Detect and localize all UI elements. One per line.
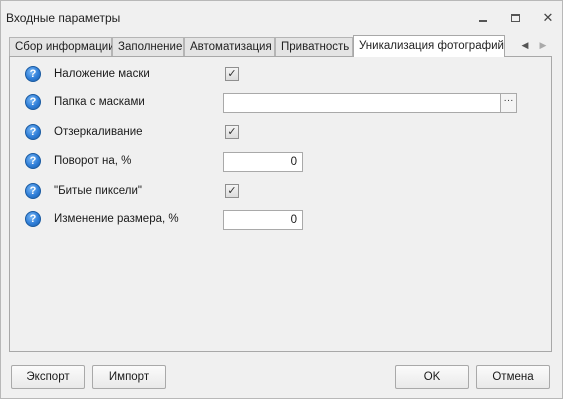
rotation-label: Поворот на, %: [54, 155, 132, 167]
tab-panel: ? Наложение маски ✓ ? Папка с масками ··…: [9, 56, 552, 352]
row-rotation: ? Поворот на, % 0: [10, 152, 551, 172]
row-mirroring: ? Отзеркаливание ✓: [10, 123, 551, 143]
resize-label: Изменение размера, %: [54, 213, 179, 225]
window-title: Входные параметры: [6, 11, 121, 25]
browse-folder-button[interactable]: ···: [500, 93, 517, 113]
help-icon[interactable]: ?: [25, 66, 41, 82]
help-icon[interactable]: ?: [25, 183, 41, 199]
tab-strip: Сбор информации Заполнение Автоматизация…: [9, 35, 553, 57]
tab-scroll-right-icon[interactable]: ▶: [537, 38, 549, 52]
row-dead-pixels: ? "Битые пиксели" ✓: [10, 182, 551, 202]
mirroring-checkbox[interactable]: ✓: [225, 125, 239, 139]
dead-pixels-checkbox[interactable]: ✓: [225, 184, 239, 198]
tab-automation[interactable]: Автоматизация: [184, 37, 275, 56]
maximize-icon[interactable]: [505, 9, 525, 27]
close-icon[interactable]: ✕: [538, 9, 558, 27]
help-icon[interactable]: ?: [25, 211, 41, 227]
ok-button[interactable]: OK: [395, 365, 469, 389]
import-button[interactable]: Импорт: [92, 365, 166, 389]
resize-input[interactable]: 0: [223, 210, 303, 230]
mirroring-label: Отзеркаливание: [54, 126, 143, 138]
help-icon[interactable]: ?: [25, 94, 41, 110]
cancel-button[interactable]: Отмена: [476, 365, 550, 389]
title-bar[interactable]: Входные параметры ✕: [1, 1, 562, 33]
dead-pixels-label: "Битые пиксели": [54, 185, 142, 197]
rotation-input[interactable]: 0: [223, 152, 303, 172]
row-resize: ? Изменение размера, % 0: [10, 210, 551, 230]
minimize-icon[interactable]: [473, 9, 493, 27]
help-icon[interactable]: ?: [25, 153, 41, 169]
mask-overlay-label: Наложение маски: [54, 68, 150, 80]
dialog-window: Входные параметры ✕ Сбор информации Запо…: [0, 0, 563, 399]
mask-folder-input[interactable]: [223, 93, 501, 113]
tab-privacy[interactable]: Приватность: [275, 37, 353, 56]
mask-overlay-checkbox[interactable]: ✓: [225, 67, 239, 81]
tab-filling[interactable]: Заполнение: [112, 37, 184, 56]
help-icon[interactable]: ?: [25, 124, 41, 140]
row-mask-overlay: ? Наложение маски ✓: [10, 65, 551, 85]
tab-photo-uniqueness[interactable]: Уникализация фотографий: [353, 35, 505, 57]
mask-folder-label: Папка с масками: [54, 96, 145, 108]
tab-data-collection[interactable]: Сбор информации: [9, 37, 115, 56]
export-button[interactable]: Экспорт: [11, 365, 85, 389]
row-mask-folder: ? Папка с масками ···: [10, 93, 551, 113]
tab-scroll-left-icon[interactable]: ◀: [519, 38, 531, 52]
